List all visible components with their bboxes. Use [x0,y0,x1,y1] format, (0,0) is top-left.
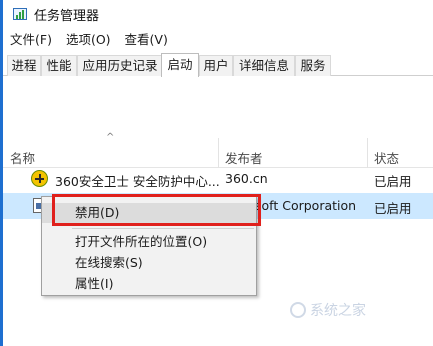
menu-item-disable[interactable]: 禁用(D) [42,203,256,223]
title-bar: 任务管理器 [3,0,433,28]
startup-item-name: 360安全卫士 安全防护中心... [55,174,220,189]
tab-startup[interactable]: 启动 [161,53,199,77]
tab-services[interactable]: 服务 [295,55,331,76]
menu-separator [72,228,254,229]
task-manager-icon [12,6,28,22]
tab-processes[interactable]: 进程 [7,55,41,76]
menu-file[interactable]: 文件(F) [3,30,59,50]
startup-item-publisher: 360.cn [225,171,268,186]
column-divider[interactable] [218,138,219,168]
tab-users[interactable]: 用户 [199,55,233,76]
table-header: 名称 发布者 状态 [3,138,433,168]
startup-item-status: 已启用 [374,174,412,189]
column-status-header[interactable]: 状态 [374,148,399,167]
360-safe-icon [31,170,48,187]
window-title: 任务管理器 [34,8,100,24]
tab-app-history[interactable]: 应用历史记录 [77,55,163,76]
watermark-text: 系统之家 [310,303,366,319]
context-menu: 禁用(D) 打开文件所在的位置(O) 在线搜索(S) 属性(I) [41,196,257,296]
tab-bar: 进程 性能 应用历史记录 启动 用户 详细信息 服务 [3,53,433,77]
menu-view[interactable]: 查看(V) [118,30,175,50]
watermark-logo-icon [290,302,306,318]
menu-item-search-online[interactable]: 在线搜索(S) [42,253,256,273]
tab-details[interactable]: 详细信息 [233,55,295,76]
startup-item-publisher: soft Corporation [255,198,357,213]
table-row[interactable]: 360安全卫士 安全防护中心... 360.cn 已启用 [3,166,433,192]
menu-item-properties[interactable]: 属性(I) [42,274,256,294]
tab-performance[interactable]: 性能 [41,55,77,76]
menu-item-open-file-location[interactable]: 打开文件所在的位置(O) [42,232,256,252]
startup-item-status: 已启用 [374,201,412,216]
menu-bar: 文件(F) 选项(O) 查看(V) [3,30,175,50]
column-divider[interactable] [367,138,368,168]
column-publisher-header[interactable]: 发布者 [225,148,263,167]
column-name-header[interactable]: 名称 [10,148,35,167]
menu-options[interactable]: 选项(O) [59,30,118,50]
